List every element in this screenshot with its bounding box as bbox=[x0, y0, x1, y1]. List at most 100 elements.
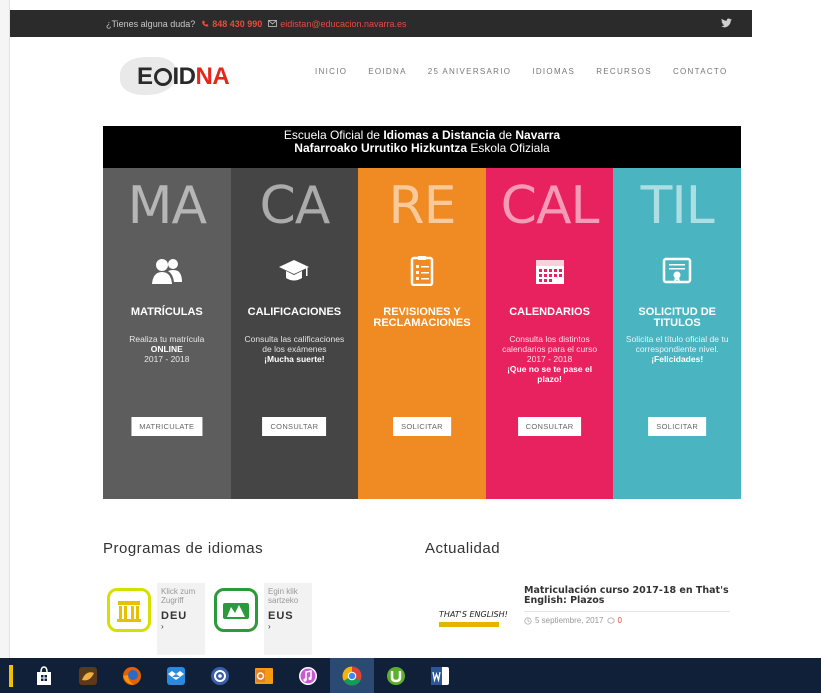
column-big-text: TIL bbox=[640, 176, 715, 236]
graduation-cap-icon bbox=[279, 260, 310, 281]
desc-bold: ¡Que no se te pase el plazo! bbox=[507, 364, 593, 384]
program-code: DEU bbox=[161, 610, 188, 622]
clock-icon bbox=[524, 616, 532, 625]
program-box: Egin klik sartzeko EUS › bbox=[264, 583, 312, 655]
school-banner: Escuela Oficial de Idiomas a Distancia d… bbox=[103, 126, 741, 168]
program-cta: Egin klik sartzeko bbox=[268, 587, 299, 605]
site-logo[interactable]: E IDNA bbox=[120, 55, 270, 97]
nav-inicio[interactable]: INICIO bbox=[315, 67, 347, 76]
banner-text: de bbox=[366, 128, 384, 142]
site-header: E IDNA INICIO EOIDNA 25 ANIVERSARIO IDIOM… bbox=[10, 37, 752, 111]
desc-text: Solicita el título oficial de tu corresp… bbox=[625, 334, 729, 354]
column-revisiones: RE REVISIONES Y RECLAMACIONES SOLICITAR bbox=[358, 168, 486, 499]
nav-contacto[interactable]: CONTACTO bbox=[673, 67, 728, 76]
logo-letters-id: ID bbox=[172, 63, 197, 90]
banner-text: Escuela Oficial bbox=[283, 128, 367, 142]
users-icon bbox=[151, 259, 182, 284]
column-title: CALENDARIOS bbox=[509, 306, 590, 318]
program-code: EUS bbox=[268, 610, 294, 622]
column-calificaciones: CA CALIFICACIONES Consulta las calificac… bbox=[230, 168, 359, 499]
clipboard-icon bbox=[410, 256, 434, 286]
brandenburg-gate-icon bbox=[107, 588, 151, 632]
desc-bold: ¡Felicidades! bbox=[651, 354, 704, 364]
logo-letters-na: NA bbox=[195, 63, 230, 90]
dropbox-icon[interactable] bbox=[154, 658, 198, 693]
main-nav: INICIO EOIDNA 25 ANIVERSARIO IDIOMAS REC… bbox=[315, 67, 728, 76]
desc-text: Consulta los distintos calendarios para … bbox=[502, 334, 598, 364]
nav-25-aniversario[interactable]: 25 ANIVERSARIO bbox=[428, 67, 512, 76]
banner-text-bold: Nafarroako Urrutiko Hizkuntza bbox=[294, 141, 467, 155]
desc-text: 2017 - 2018 bbox=[144, 354, 190, 364]
utorrent-icon[interactable] bbox=[374, 658, 418, 693]
column-big-text: RE bbox=[388, 176, 456, 236]
banner-text: Eskola Ofiziala bbox=[467, 141, 550, 155]
banner-text-bold: Idiomas a Distancia bbox=[383, 128, 496, 142]
phone-link[interactable]: 848 430 990 bbox=[201, 19, 262, 29]
news-thumbnail[interactable]: THAT'S ENGLISH! bbox=[425, 585, 513, 655]
consultar-calificaciones-button[interactable]: CONSULTAR bbox=[262, 417, 327, 436]
program-box: Klick zum Zugriff DEU › bbox=[157, 583, 205, 655]
nav-recursos[interactable]: RECURSOS bbox=[596, 67, 652, 76]
programs-heading: Programas de idiomas bbox=[103, 540, 264, 557]
column-title: CALIFICACIONES bbox=[247, 306, 342, 318]
app-icon[interactable] bbox=[66, 658, 110, 693]
certificate-icon bbox=[662, 257, 692, 284]
column-description: Realiza tu matrícula ONLINE 2017 - 2018 bbox=[115, 334, 219, 364]
news-heading: Actualidad bbox=[425, 540, 501, 557]
comment-count[interactable]: 0 bbox=[618, 616, 622, 625]
word-icon[interactable] bbox=[418, 658, 462, 693]
program-cta: Klick zum Zugriff bbox=[161, 587, 196, 605]
email-address: eidistan@educacion.navarra.es bbox=[280, 18, 407, 29]
column-big-text: CA bbox=[259, 176, 330, 236]
outlook-icon[interactable] bbox=[242, 658, 286, 693]
column-calendarios: CAL CALENDARIOS Consulta los distintos c… bbox=[485, 168, 614, 499]
news-item-title[interactable]: Matriculación curso 2017-18 en That's En… bbox=[524, 586, 734, 606]
banner-text-bold: Navarra bbox=[515, 128, 561, 142]
comment-icon bbox=[606, 617, 615, 624]
column-description: Consulta los distintos calendarios para … bbox=[498, 334, 602, 384]
top-bar: ¿Tienes alguna duda? 848 430 990 eidista… bbox=[10, 10, 752, 37]
desc-text: Consulta las calificaciones de los exáme… bbox=[244, 334, 345, 354]
logo-letter-e: E bbox=[137, 63, 153, 90]
taskbar-edge bbox=[0, 658, 22, 693]
column-title: SOLICITUD DE TITULOS bbox=[638, 306, 716, 329]
phone-icon bbox=[202, 20, 209, 27]
banner-line-2: Nafarroako Urrutiko Hizkuntza Eskola Ofi… bbox=[103, 142, 741, 155]
nav-idiomas[interactable]: IDIOMAS bbox=[532, 67, 575, 76]
mail-icon bbox=[268, 20, 278, 27]
chevron-right-icon: › bbox=[268, 622, 271, 631]
column-big-text: CAL bbox=[500, 176, 600, 236]
help-question: ¿Tienes alguna duda? bbox=[106, 18, 196, 29]
service-columns: MA MATRÍCULAS Realiza tu matrícula ONLIN… bbox=[103, 168, 741, 499]
twitter-icon[interactable] bbox=[721, 18, 732, 28]
windows-taskbar bbox=[0, 658, 821, 693]
chrome-icon[interactable] bbox=[330, 658, 374, 693]
solicitar-titulo-button[interactable]: SOLICITAR bbox=[648, 417, 707, 436]
logo-text: E IDNA bbox=[137, 63, 230, 91]
settings-icon[interactable] bbox=[198, 658, 242, 693]
nav-eoidna[interactable]: EOIDNA bbox=[368, 67, 406, 76]
column-description: Solicita el título oficial de tu corresp… bbox=[625, 334, 729, 364]
email-link[interactable]: eidistan@educacion.navarra.es bbox=[268, 18, 407, 29]
news-date: 5 septiembre, 2017 bbox=[535, 616, 604, 625]
consultar-calendarios-button[interactable]: CONSULTAR bbox=[517, 417, 582, 436]
desc-bold: ¡Mucha suerte! bbox=[264, 354, 325, 364]
store-icon[interactable] bbox=[22, 658, 66, 693]
thumbnail-text: THAT'S ENGLISH! bbox=[439, 610, 508, 619]
chevron-right-icon: › bbox=[161, 622, 164, 631]
firefox-icon[interactable] bbox=[110, 658, 154, 693]
column-matriculas: MA MATRÍCULAS Realiza tu matrícula ONLIN… bbox=[103, 168, 231, 499]
column-titulos: TIL SOLICITUD DE TITULOS Solicita el tít… bbox=[613, 168, 741, 499]
thumbnail-bar bbox=[439, 622, 499, 627]
desc-text: Realiza tu matrícula bbox=[129, 334, 205, 344]
matriculate-button[interactable]: MATRICULATE bbox=[131, 417, 203, 436]
column-title: REVISIONES Y RECLAMACIONES bbox=[373, 306, 471, 329]
logo-globe bbox=[153, 68, 172, 86]
solicitar-revision-button[interactable]: SOLICITAR bbox=[393, 417, 451, 436]
divider bbox=[524, 611, 730, 612]
itunes-icon[interactable] bbox=[286, 658, 330, 693]
banner-text: de bbox=[495, 128, 516, 142]
basque-scene-icon bbox=[214, 588, 258, 632]
column-title: MATRÍCULAS bbox=[130, 306, 203, 318]
column-big-text: MA bbox=[127, 176, 207, 236]
